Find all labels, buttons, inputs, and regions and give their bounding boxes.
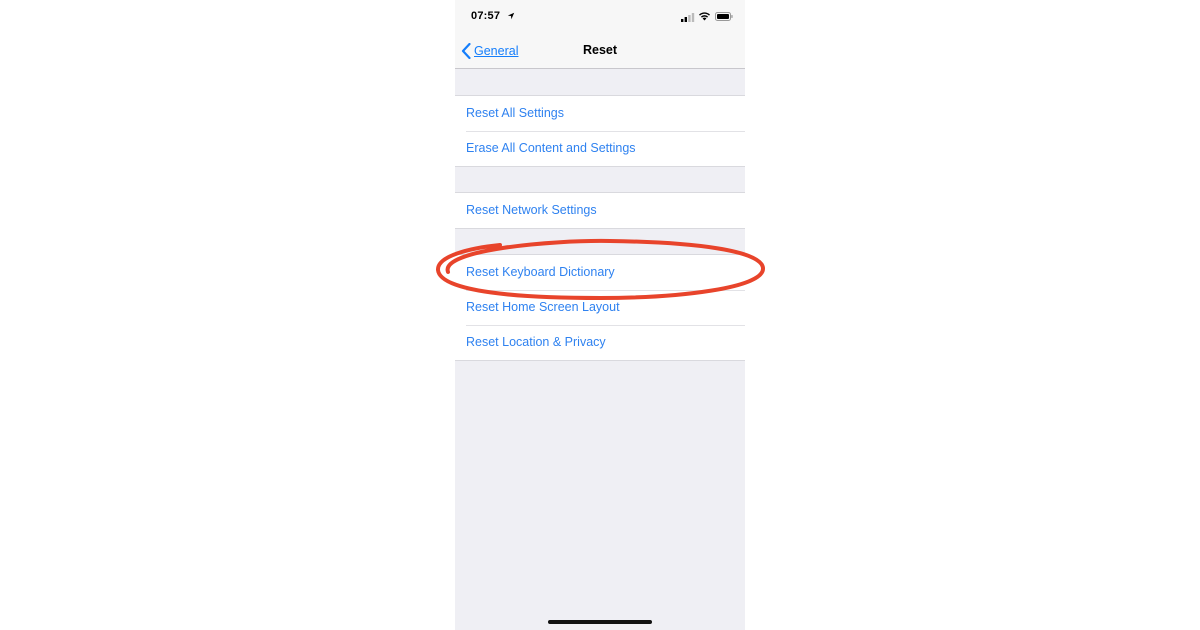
reset-all-settings-item[interactable]: Reset All Settings bbox=[455, 96, 745, 131]
reset-keyboard-dictionary-item[interactable]: Reset Keyboard Dictionary bbox=[455, 255, 745, 290]
page-title: Reset bbox=[582, 43, 618, 57]
status-time: 07:57 bbox=[471, 10, 501, 22]
erase-all-content-item[interactable]: Erase All Content and Settings bbox=[455, 131, 745, 166]
reset-group-settings: Reset All Settings Erase All Content and… bbox=[455, 95, 745, 167]
reset-network-settings-item[interactable]: Reset Network Settings bbox=[455, 193, 745, 228]
reset-group-other: Reset Keyboard Dictionary Reset Home Scr… bbox=[455, 254, 745, 361]
reset-location-privacy-item[interactable]: Reset Location & Privacy bbox=[455, 325, 745, 360]
reset-group-network: Reset Network Settings bbox=[455, 192, 745, 229]
status-bar: 07:57 bbox=[455, 0, 745, 32]
signal-icon bbox=[681, 13, 695, 22]
battery-icon bbox=[715, 12, 733, 21]
wifi-icon bbox=[699, 12, 710, 21]
phone-screen: 07:57 General Reset Reset All Settings E… bbox=[455, 0, 745, 630]
navigation-bar: General Reset bbox=[455, 32, 745, 69]
home-indicator[interactable] bbox=[548, 620, 652, 624]
reset-home-screen-layout-item[interactable]: Reset Home Screen Layout bbox=[455, 290, 745, 325]
location-arrow-icon bbox=[507, 12, 515, 20]
